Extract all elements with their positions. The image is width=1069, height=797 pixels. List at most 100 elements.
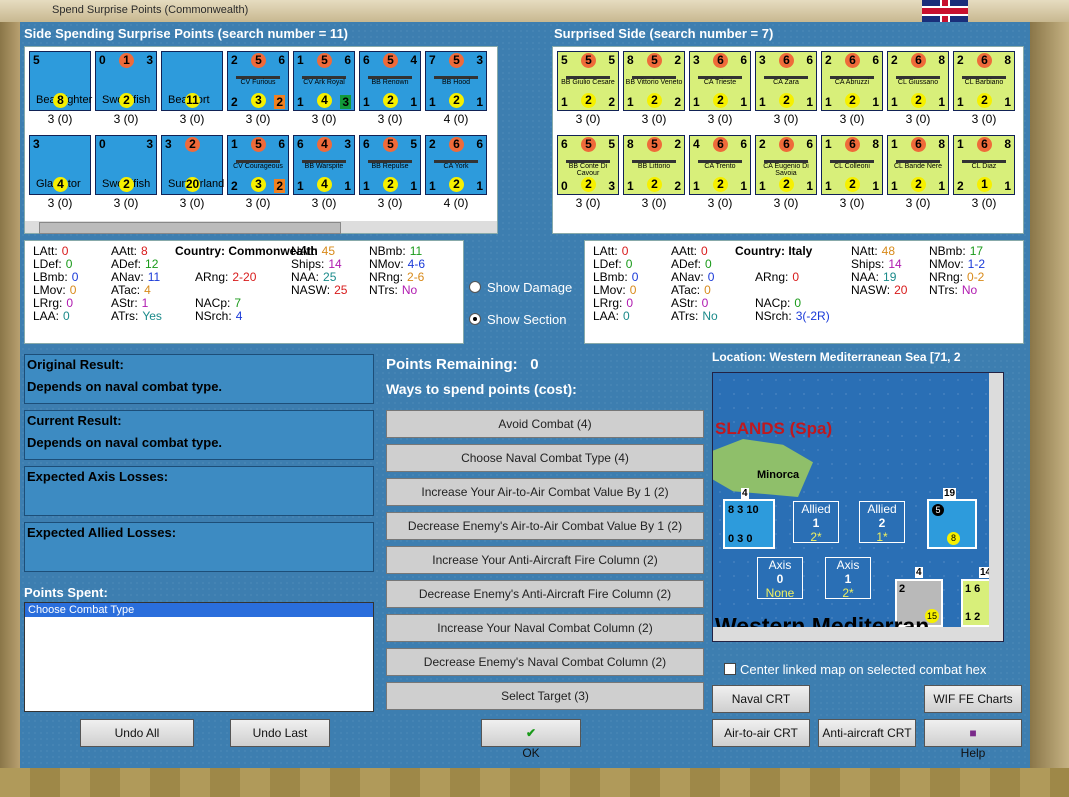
unit-counter[interactable]: 8 5 2 BB Vittorio Veneto 1 2 2 <box>623 51 685 111</box>
unit-counter[interactable]: 2 6 6 CA Eugenio Di Savoia 1 2 1 <box>755 135 817 195</box>
ok-label: OK <box>522 746 540 760</box>
ship-icon <box>698 68 742 79</box>
unit-counter[interactable]: 1 5 6 CV Courageous 2 3 2 <box>227 135 289 195</box>
counter-value: 1 <box>825 95 832 109</box>
counter-value: 0 <box>99 137 106 151</box>
spend-option-button[interactable]: Decrease Enemy's Naval Combat Column (2) <box>386 648 704 676</box>
unit-counter[interactable]: 32Sunderland20 <box>161 135 224 195</box>
current-result-value: Depends on naval combat type. <box>27 435 223 450</box>
naval-crt-button[interactable]: Naval CRT <box>712 685 810 713</box>
ship-icon <box>566 68 610 79</box>
wif-charts-button[interactable]: WIF FE Charts <box>924 685 1022 713</box>
stat-label: LBmb: <box>593 270 628 284</box>
unit-counter[interactable]: 1 6 8 CL Colleoni 1 2 1 <box>821 135 883 195</box>
stat-line: LRrg: 0 <box>593 296 633 310</box>
counter-value: 1 <box>561 95 568 109</box>
aa-crt-button[interactable]: Anti-aircraft CRT <box>818 719 916 747</box>
spend-option-button[interactable]: Increase Your Naval Combat Column (2) <box>386 614 704 642</box>
air-crt-button[interactable]: Air-to-air CRT <box>712 719 810 747</box>
show-section-radio[interactable]: Show Section <box>469 312 567 327</box>
aircraft-icon <box>110 150 144 174</box>
counter-value: 5 <box>449 53 464 68</box>
map-vertical-scrollbar[interactable] <box>989 373 1003 627</box>
center-linked-checkbox-row[interactable]: Center linked map on selected combat hex <box>724 662 986 677</box>
counter-value: 1 <box>344 179 351 193</box>
spend-option-button[interactable]: Decrease Enemy's Anti-Aircraft Fire Colu… <box>386 580 704 608</box>
stat-label: LRrg: <box>33 296 63 310</box>
spend-option-button[interactable]: Choose Naval Combat Type (4) <box>386 444 704 472</box>
unit-counter[interactable]: 3Gladiator4 <box>29 135 91 195</box>
axis-0-num: 0 <box>776 572 784 586</box>
unit-counter[interactable]: 7 5 3 BB Hood 1 2 1 <box>425 51 487 111</box>
mini-map[interactable]: SLANDS (Spa) Minorca 8 3 10 0 3 0 4 Alli… <box>712 372 1004 642</box>
beaufighter-stack-counter[interactable]: 5 8 <box>927 499 977 549</box>
counter-value: 2 <box>957 53 964 67</box>
unit-caption: 3 (0) <box>245 112 271 126</box>
spend-option-button[interactable]: Avoid Combat (4) <box>386 410 704 438</box>
counter-value: 6 <box>476 137 483 151</box>
list-item[interactable]: Choose Combat Type <box>25 603 373 617</box>
ship-icon <box>302 68 346 79</box>
points-spent-list[interactable]: Choose Combat Type <box>24 602 374 712</box>
unit-counter[interactable]: 03Swordfish2 <box>95 135 157 195</box>
axis-0-box: Axis 0 None <box>757 557 803 600</box>
unit-counter[interactable]: 3 6 6 CA Trieste 1 2 1 <box>689 51 751 111</box>
stat-value: 14 <box>328 257 342 271</box>
unit-counter[interactable]: 2 6 8 CL Giussano 1 2 1 <box>887 51 949 111</box>
counter-value: 11 <box>185 93 200 108</box>
unit-counter[interactable]: 6 4 3 BB Warspite 1 4 1 <box>293 135 355 195</box>
unit-counter[interactable]: 5Beaufighter8 <box>29 51 92 111</box>
unit-counter[interactable]: 1 6 8 CL Diaz 2 1 1 <box>953 135 1015 195</box>
counter-value: 1 <box>872 95 879 109</box>
counter-value: 1 <box>429 95 436 109</box>
unit-caption: 3 (0) <box>575 196 601 210</box>
unit-counter[interactable]: 1 6 8 CL Bande Nere 1 2 1 <box>887 135 949 195</box>
axis-0-sub: None <box>765 586 795 600</box>
unit-counter[interactable]: 013Swordfish2 <box>95 51 157 111</box>
unit-name: BB Littorio <box>637 163 671 170</box>
undo-all-button[interactable]: Undo All <box>80 719 194 747</box>
spend-option-button[interactable]: Select Target (3) <box>386 682 704 710</box>
unit-counter[interactable]: 6 5 4 BB Renown 1 2 1 <box>359 51 421 111</box>
radio-dot-selected[interactable] <box>469 313 481 325</box>
counter-value: 7 <box>429 53 436 67</box>
spend-option-button[interactable]: Decrease Enemy's Air-to-Air Combat Value… <box>386 512 704 540</box>
stat-label: NBmb: <box>369 244 406 258</box>
unit-counter[interactable]: Beaufort11 <box>161 51 223 111</box>
stat-label: ADef: <box>671 257 702 271</box>
radio-dot[interactable] <box>469 281 481 293</box>
center-linked-checkbox[interactable] <box>724 663 736 675</box>
ok-button[interactable]: ✔ OK <box>481 719 581 760</box>
show-damage-radio[interactable]: Show Damage <box>469 280 572 295</box>
map-horizontal-scrollbar[interactable] <box>713 627 1003 641</box>
unit-counter[interactable]: 3 6 6 CA Zara 1 2 1 <box>755 51 817 111</box>
spend-option-button[interactable]: Increase Your Air-to-Air Combat Value By… <box>386 478 704 506</box>
counter-value: 2 <box>825 53 832 67</box>
stat-line: LAA: 0 <box>593 309 630 323</box>
counter-value: 1 <box>476 179 483 193</box>
help-button[interactable]: ■ Help <box>924 719 1022 760</box>
unit-counter[interactable]: 2 6 6 CA York 1 2 1 <box>425 135 487 195</box>
unit-counter[interactable]: 2 6 6 CA Abruzzi 1 2 1 <box>821 51 883 111</box>
unit-counter[interactable]: 1 5 6 CV Ark Royal 1 4 3 <box>293 51 355 111</box>
unit-counter[interactable]: 6 5 5 BB Repulse 1 2 1 <box>359 135 421 195</box>
scroll-thumb[interactable] <box>39 222 341 234</box>
left-units-scrollbar[interactable] <box>25 221 497 234</box>
unit-counter[interactable]: 5 5 5 BB Giulio Cesare 1 2 2 <box>557 51 619 111</box>
show-section-label: Show Section <box>487 312 567 327</box>
counter-value: 6 <box>344 53 351 67</box>
stat-label: ARng: <box>195 270 229 284</box>
undo-last-button[interactable]: Undo Last <box>230 719 330 747</box>
unit-counter[interactable]: 2 5 6 CV Furious 2 3 2 <box>227 51 289 111</box>
stat-line: Ships: 14 <box>291 257 342 271</box>
counter-value: 1 <box>297 95 304 109</box>
stat-value: 2-20 <box>232 270 257 284</box>
allied-stack-counter[interactable]: 8 3 10 0 3 0 <box>723 499 775 549</box>
unit-counter[interactable]: 4 6 6 CA Trento 1 2 1 <box>689 135 751 195</box>
unit-counter[interactable]: 2 6 8 CL Barbiano 1 2 1 <box>953 51 1015 111</box>
allied-1-num: 1 <box>812 516 820 530</box>
stat-value: 8 <box>141 244 148 258</box>
spend-option-button[interactable]: Increase Your Anti-Aircraft Fire Column … <box>386 546 704 574</box>
unit-counter[interactable]: 8 5 2 BB Littorio 1 2 2 <box>623 135 685 195</box>
unit-counter[interactable]: 6 5 5 BB Conte Di Cavour 0 2 3 <box>557 135 619 195</box>
